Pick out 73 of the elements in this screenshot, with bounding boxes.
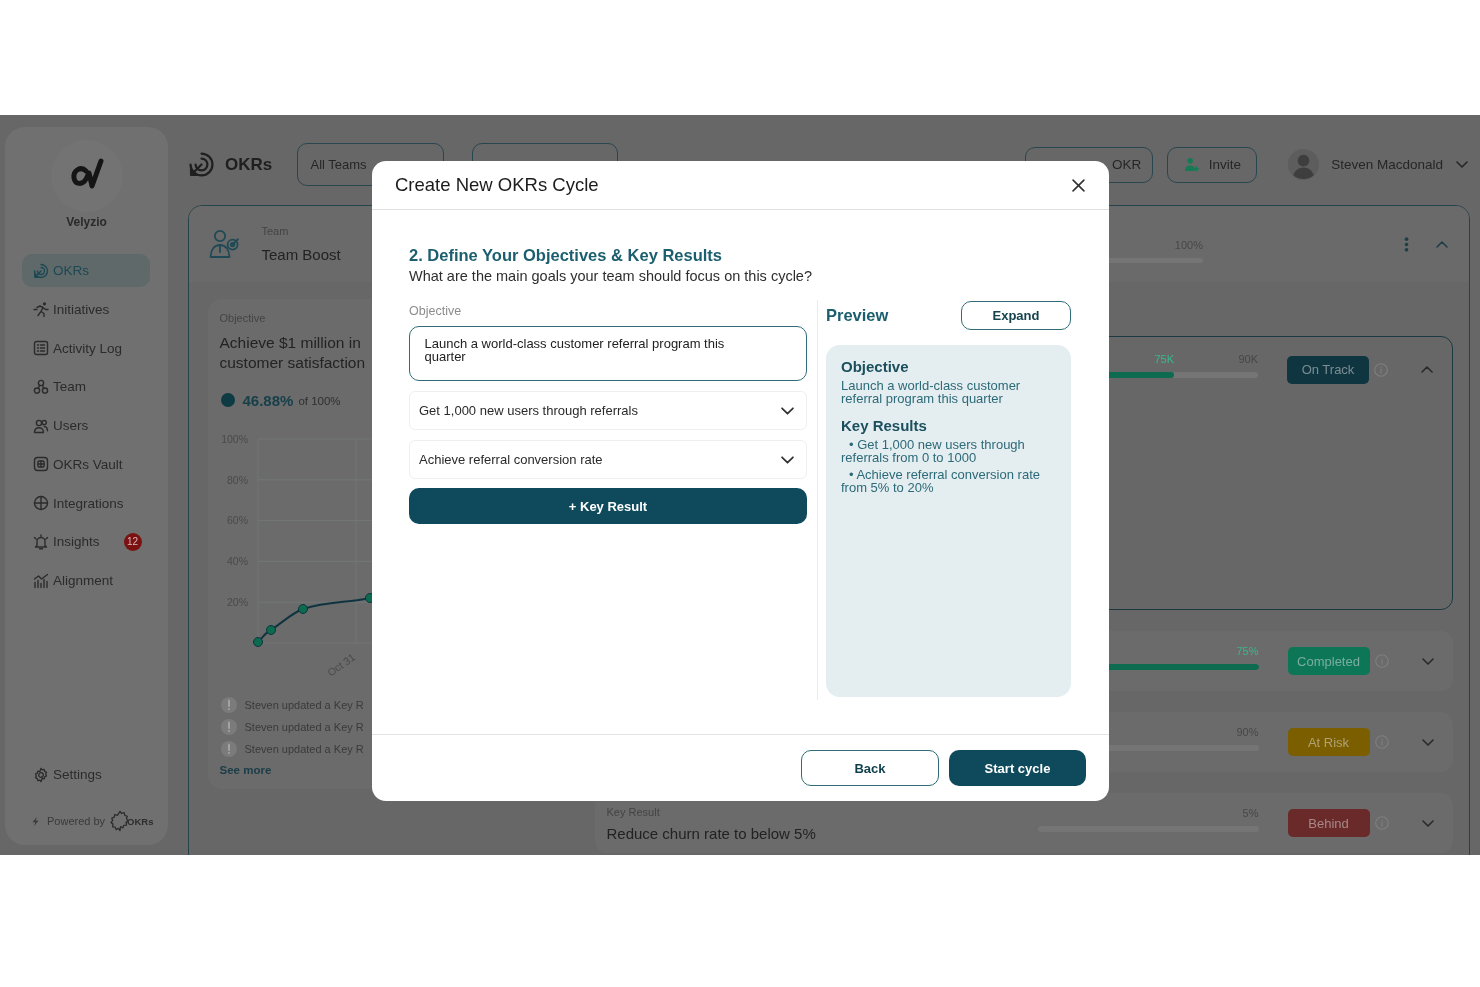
- person-target-icon: [207, 228, 240, 260]
- brand-name: Velyzio: [66, 215, 107, 229]
- vault-icon: [33, 456, 49, 473]
- key-result-dropdown[interactable]: Get 1,000 new users through referrals: [409, 391, 807, 430]
- progress-value: 75%: [1236, 644, 1259, 657]
- nav-item[interactable]: Activity Log: [22, 331, 150, 365]
- status-badge: Completed: [1287, 647, 1370, 675]
- objective-label: Objective: [409, 303, 462, 319]
- target-icon: [33, 262, 49, 279]
- nav-item[interactable]: Alignment: [22, 564, 150, 597]
- nav-item[interactable]: Users: [22, 409, 150, 442]
- gear-icon: [33, 766, 49, 783]
- objective-input[interactable]: Launch a world-class customer referral program this quarter: [409, 326, 807, 381]
- progress-dot-icon: [220, 393, 235, 407]
- back-button[interactable]: Back: [801, 750, 939, 786]
- alert-icon: [220, 741, 237, 757]
- users-icon: [33, 417, 49, 434]
- preview-objective-text: Launch a world-class customer referral program this quarter: [841, 379, 1022, 405]
- objective-title: customer satisfaction: [219, 353, 366, 373]
- nav-item[interactable]: Integrations: [22, 486, 150, 520]
- chevron-up-icon[interactable]: [1436, 240, 1448, 248]
- objective-title: Achieve $1 million in: [219, 333, 361, 353]
- start-cycle-button[interactable]: Start cycle: [949, 750, 1086, 786]
- chevron-up-icon[interactable]: [1421, 366, 1433, 373]
- close-icon[interactable]: [1072, 178, 1085, 192]
- expand-button[interactable]: Expand: [961, 301, 1071, 330]
- step-description: What are the main goals your team should focus on this cycle?: [409, 267, 812, 285]
- key-result-dropdown[interactable]: Achieve referral conversion rate: [409, 440, 807, 479]
- team-name: Team Boost: [261, 245, 341, 264]
- data-point: [297, 604, 308, 614]
- alert-icon: [220, 697, 237, 713]
- progress-percentage: 46.88%: [242, 391, 294, 409]
- progress-value: 75K: [1154, 353, 1174, 365]
- list-icon: [33, 340, 49, 356]
- step-title: 2. Define Your Objectives & Key Results: [409, 245, 722, 265]
- status-badge: On Track: [1287, 355, 1369, 384]
- page-title: OKRs: [225, 154, 273, 175]
- status-badge: Behind: [1287, 809, 1370, 837]
- person-plus-icon: [1183, 157, 1199, 172]
- bell-icon: [33, 533, 49, 550]
- runner-icon: [33, 301, 49, 318]
- avatar-icon: [1288, 149, 1320, 180]
- chevron-down-icon[interactable]: [781, 406, 794, 415]
- more-options-icon[interactable]: [1404, 236, 1409, 252]
- settings-item[interactable]: Settings: [22, 758, 150, 791]
- add-key-result-button[interactable]: + Key Result: [409, 488, 807, 524]
- people-group-icon: [33, 378, 49, 395]
- key-result-title: Reduce churn rate to below 5%: [606, 824, 816, 843]
- see-more-link[interactable]: See more: [219, 763, 272, 777]
- chart-icon: [33, 572, 49, 589]
- preview-key-result: • Achieve referral conversion rate from 5% to 20%: [841, 467, 1041, 494]
- preview-title: Preview: [826, 306, 889, 325]
- globe-icon: [33, 495, 49, 511]
- invite-button[interactable]: Invite: [1167, 146, 1258, 183]
- user-name[interactable]: Steven Macdonald: [1331, 157, 1443, 172]
- nav-item[interactable]: Initiatives: [22, 292, 150, 326]
- preview-key-result: • Get 1,000 new users through referrals from 0 to 1000: [841, 437, 1026, 464]
- chevron-down-icon[interactable]: [781, 455, 794, 464]
- nav-item[interactable]: OKRs Vault: [22, 447, 150, 481]
- data-point: [265, 625, 276, 635]
- nav-item[interactable]: Team: [22, 370, 150, 404]
- nav-item[interactable]: Insights 12: [22, 525, 150, 559]
- alert-icon: [220, 719, 237, 735]
- logo-text: OKRs: [127, 815, 154, 827]
- lightning-icon: [30, 815, 41, 827]
- preview-heading: Key Results: [841, 417, 927, 435]
- target-icon: [188, 151, 215, 178]
- progress-total: of 100%: [298, 394, 341, 407]
- notification-badge: 12: [123, 532, 142, 551]
- nav-item[interactable]: OKRs: [22, 254, 150, 287]
- preview-heading: Objective: [841, 358, 909, 376]
- status-badge: At Risk: [1287, 728, 1370, 756]
- data-point: [252, 637, 263, 647]
